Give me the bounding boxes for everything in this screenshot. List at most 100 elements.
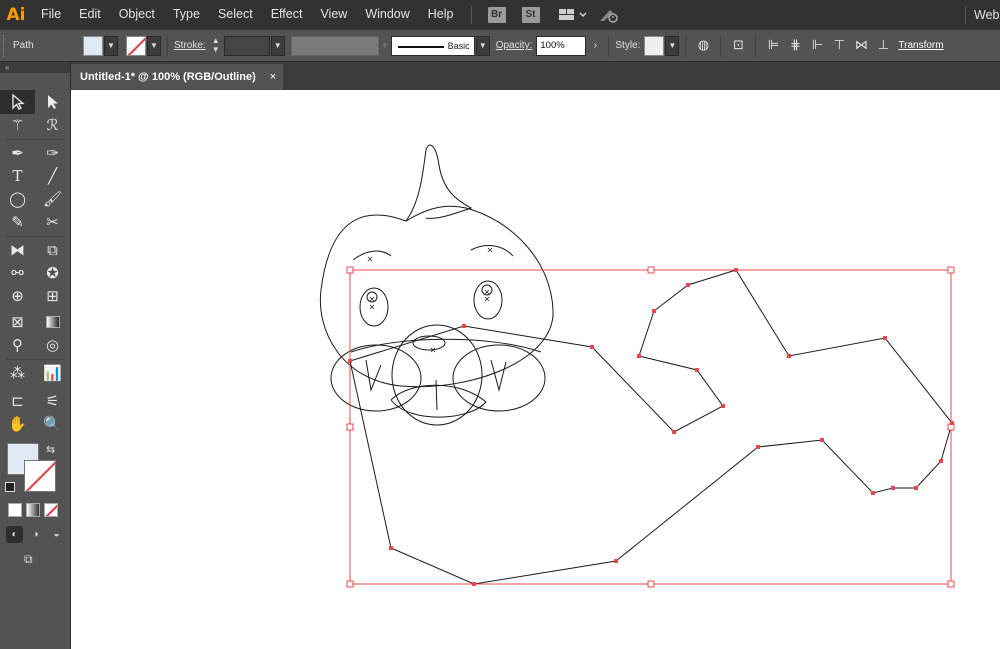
stroke-weight-dropdown[interactable]: ▼ xyxy=(270,35,285,56)
align-top-icon[interactable]: ⊤ xyxy=(828,38,850,53)
menu-select[interactable]: Select xyxy=(209,0,262,29)
variable-width-dropdown[interactable]: ▼ xyxy=(379,36,391,56)
reflect-tool[interactable]: ⧓ xyxy=(0,238,35,262)
stroke-dropdown[interactable]: ▼ xyxy=(147,35,161,56)
recolor-artwork-icon[interactable]: ◍ xyxy=(692,38,714,53)
column-graph-tool[interactable]: 📊 xyxy=(35,361,70,385)
stroke-weight-stepper[interactable]: ▲ ▼ xyxy=(210,36,222,56)
eyedropper-tool[interactable]: ⚲ xyxy=(0,333,35,357)
type-tool[interactable]: T xyxy=(0,164,35,188)
shape-builder-tool[interactable]: ⊕ xyxy=(0,284,35,308)
opacity-label[interactable]: Opacity: xyxy=(496,40,533,51)
nose-outline[interactable] xyxy=(412,335,446,351)
default-fill-stroke-icon[interactable] xyxy=(5,482,15,492)
stroke-color-box[interactable] xyxy=(24,460,56,492)
mouth-left-fang[interactable] xyxy=(365,359,382,392)
anchor-point[interactable] xyxy=(614,559,618,563)
swap-fill-stroke-icon[interactable]: ⇆ xyxy=(46,443,55,456)
mouth-lower-lip[interactable] xyxy=(390,384,487,418)
left-pupil[interactable] xyxy=(366,291,378,303)
anchor-point[interactable] xyxy=(472,582,476,586)
arrange-documents-button[interactable] xyxy=(558,8,588,22)
anchor-point[interactable] xyxy=(389,546,393,550)
bbox-handle-top-right[interactable] xyxy=(947,266,955,274)
fill-dropdown[interactable]: ▼ xyxy=(104,35,118,56)
anchor-point[interactable] xyxy=(820,438,824,442)
draw-normal-icon[interactable]: ◐ xyxy=(6,526,23,543)
zoom-tool[interactable]: 🔍 xyxy=(35,412,70,436)
graphic-style-dropdown[interactable]: ▼ xyxy=(665,35,680,56)
draw-behind-icon[interactable]: ◑ xyxy=(27,526,44,543)
close-tab-icon[interactable]: × xyxy=(270,71,276,83)
selection-tool[interactable] xyxy=(0,90,35,114)
perspective-grid-tool[interactable]: ⊞ xyxy=(35,284,70,308)
anchor-point[interactable] xyxy=(939,459,943,463)
stroke-label[interactable]: Stroke: xyxy=(174,40,206,51)
bbox-handle-middle-left[interactable] xyxy=(346,423,354,431)
anchor-point[interactable] xyxy=(721,404,725,408)
workspace-label[interactable]: Web xyxy=(974,8,1000,22)
anchor-point[interactable] xyxy=(590,345,594,349)
symbol-sprayer-tool[interactable]: ⁂ xyxy=(0,361,35,385)
artboard-tool[interactable]: ⊏ xyxy=(0,389,35,413)
anchor-point[interactable] xyxy=(695,368,699,372)
none-mode-button[interactable] xyxy=(44,503,58,517)
blend-tool[interactable]: ◎ xyxy=(35,333,70,357)
paintbrush-tool[interactable]: 🖌 xyxy=(35,187,70,211)
mouth-tooth-line[interactable] xyxy=(435,379,438,411)
magic-wand-tool[interactable]: ⚚ xyxy=(0,113,35,137)
workspace-switcher[interactable]: Web xyxy=(957,0,1000,29)
menu-type[interactable]: Type xyxy=(164,0,209,29)
anchor-point[interactable] xyxy=(637,354,641,358)
anchor-point[interactable] xyxy=(672,430,676,434)
brush-definition[interactable]: Basic xyxy=(390,35,475,56)
anchor-point[interactable] xyxy=(462,324,466,328)
fill-swatch[interactable] xyxy=(83,35,103,56)
anchor-point[interactable] xyxy=(883,336,887,340)
stroke-swatch[interactable] xyxy=(126,35,146,56)
left-brow[interactable] xyxy=(352,250,392,261)
gpu-performance-button[interactable] xyxy=(598,7,620,23)
draw-inside-icon[interactable]: ◒ xyxy=(48,526,65,543)
align-right-icon[interactable]: ⊩ xyxy=(806,38,828,53)
anchor-point[interactable] xyxy=(871,491,875,495)
menu-object[interactable]: Object xyxy=(110,0,164,29)
scale-tool[interactable]: ⧉ xyxy=(35,238,70,262)
anchor-point[interactable] xyxy=(348,359,352,363)
anchor-point[interactable] xyxy=(686,283,690,287)
right-pupil[interactable] xyxy=(481,284,493,296)
menu-effect[interactable]: Effect xyxy=(262,0,312,29)
mesh-tool[interactable]: ⊠ xyxy=(0,310,35,334)
mouth-right-fang[interactable] xyxy=(490,359,507,392)
hand-tool[interactable]: ✋ xyxy=(0,412,35,436)
align-horizontal-center-icon[interactable]: ⋕ xyxy=(784,38,806,53)
anchor-point[interactable] xyxy=(652,309,656,313)
opacity-input[interactable]: 100% xyxy=(536,35,587,56)
bbox-handle-top-left[interactable] xyxy=(346,266,354,274)
bbox-handle-bottom-left[interactable] xyxy=(346,580,354,588)
align-left-icon[interactable]: ⊫ xyxy=(762,38,784,53)
mouth-top-curve[interactable] xyxy=(350,338,542,353)
stock-button[interactable]: St xyxy=(521,6,540,23)
curvature-tool[interactable]: ✑ xyxy=(35,141,70,165)
bbox-handle-bottom-center[interactable] xyxy=(647,580,655,588)
gradient-mode-button[interactable] xyxy=(26,503,40,517)
horn-outline[interactable] xyxy=(405,144,473,222)
mouth-right-lobe[interactable] xyxy=(452,344,546,412)
anchor-point[interactable] xyxy=(891,486,895,490)
line-segment-tool[interactable]: ╱ xyxy=(35,164,70,188)
scissors-tool[interactable]: ✂ xyxy=(35,210,70,234)
stroke-weight-input[interactable] xyxy=(223,35,270,56)
menu-file[interactable]: File xyxy=(32,0,70,29)
left-eye[interactable] xyxy=(359,287,389,327)
menu-help[interactable]: Help xyxy=(419,0,463,29)
bridge-button[interactable]: Br xyxy=(487,6,506,23)
selection-bounding-box[interactable] xyxy=(349,269,952,585)
color-mode-button[interactable] xyxy=(8,503,22,517)
transform-link[interactable]: Transform xyxy=(898,40,943,51)
shaper-tool[interactable]: ✎ xyxy=(0,210,35,234)
bbox-handle-top-center[interactable] xyxy=(647,266,655,274)
right-brow[interactable] xyxy=(470,244,514,257)
anchor-point[interactable] xyxy=(756,445,760,449)
variable-width-profile[interactable] xyxy=(290,35,379,56)
